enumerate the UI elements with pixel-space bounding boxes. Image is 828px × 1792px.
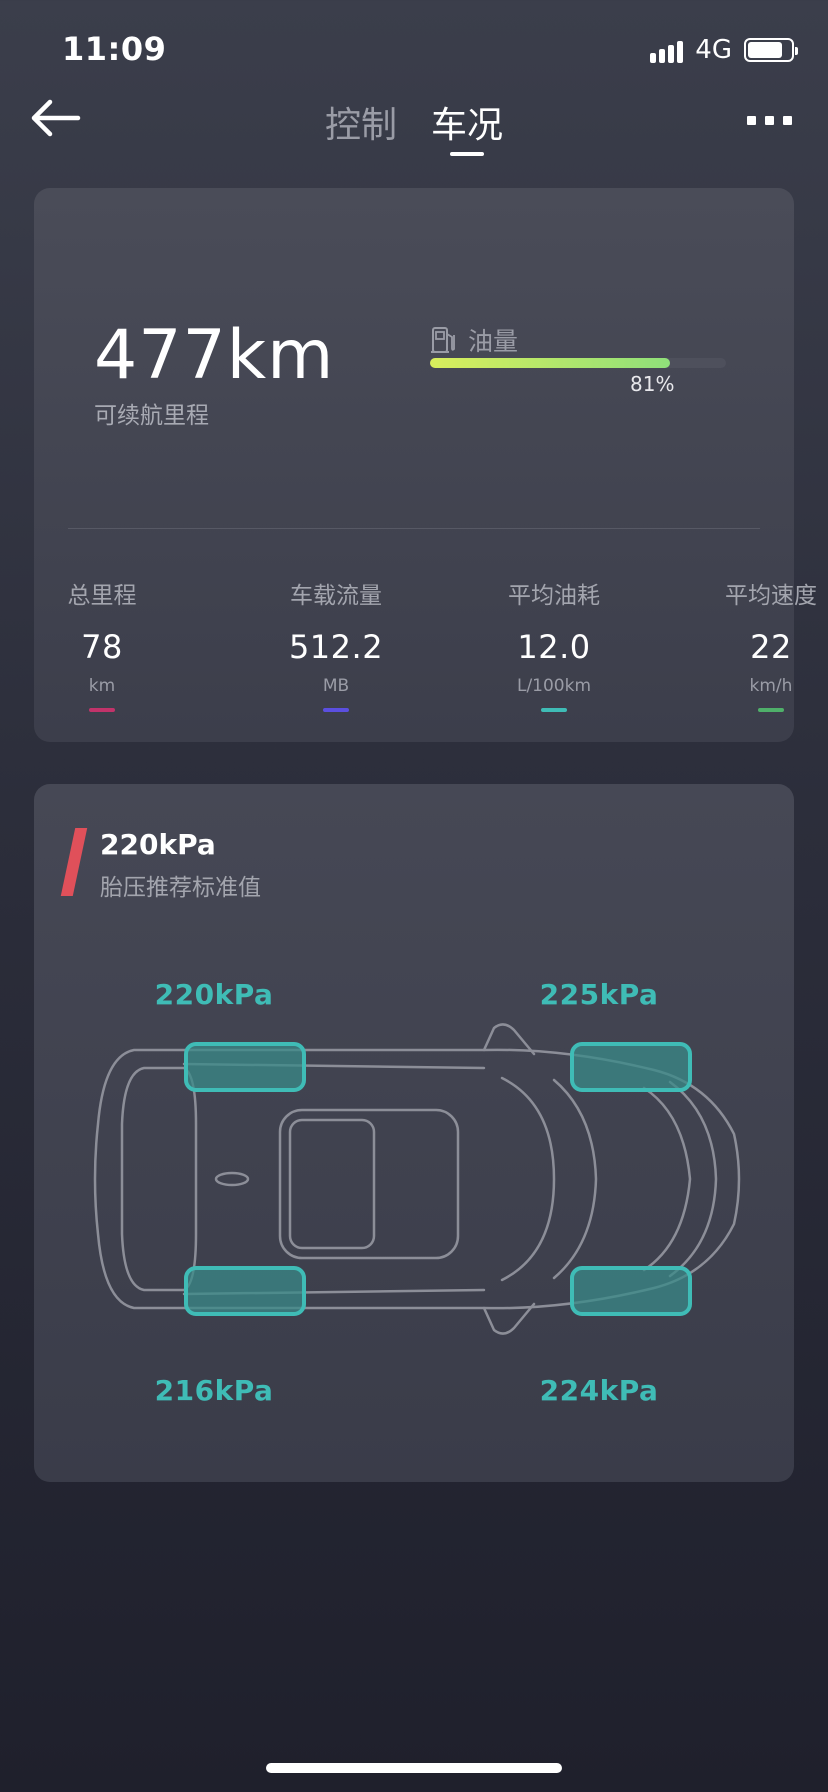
nav-bar: 控制 车况 (0, 96, 828, 176)
stat-unit: L/100km (516, 676, 592, 696)
fuel-progress-bar (430, 358, 726, 368)
network-type: 4G (695, 35, 732, 65)
stat-label: 总里程 (67, 583, 137, 609)
tire-front-right (570, 1042, 692, 1092)
car-top-view-icon (93, 1023, 741, 1335)
tire-standard-label: 胎压推荐标准值 (100, 875, 261, 901)
battery-level (748, 42, 782, 58)
status-indicators: 4G (650, 34, 798, 66)
stat-value: 12.0 (517, 628, 591, 666)
stat-label: 车载流量 (290, 583, 382, 609)
stat-label: 平均速度 (725, 583, 817, 609)
battery-icon (744, 38, 798, 62)
status-bar: 11:09 4G (0, 0, 828, 96)
stat-avg-speed: 平均速度 22 km/h (701, 576, 828, 712)
tab-control[interactable]: 控制 (323, 96, 399, 148)
fuel-header: 油量 (430, 322, 518, 358)
stat-color-bar (323, 708, 349, 712)
stat-value: 78 (81, 628, 123, 666)
stat-total-mileage: 总里程 78 km (32, 576, 172, 712)
range-value: 477km (94, 316, 335, 395)
vehicle-summary-card: 477km 可续航里程 油量 81% 总里程 78 km 车载流量 512.2 … (32, 188, 817, 742)
divider (68, 528, 760, 529)
stat-value: 22 (750, 628, 792, 666)
stat-color-bar (89, 708, 115, 712)
tab-vehicle-status[interactable]: 车况 (429, 96, 505, 148)
range-label: 可续航里程 (94, 403, 209, 429)
stat-avg-fuel-consumption: 平均油耗 12.0 L/100km (484, 576, 624, 712)
tire-rear-left-pressure: 216kPa (154, 1374, 274, 1407)
tire-front-right-pressure: 225kPa (539, 978, 659, 1011)
tire-rear-right-pressure: 224kPa (539, 1374, 659, 1407)
fuel-pump-icon (431, 327, 455, 353)
stat-unit: km/h (749, 676, 793, 696)
stat-color-bar (758, 708, 784, 712)
fuel-label: 油量 (468, 327, 519, 356)
tire-front-left-pressure: 220kPa (154, 978, 274, 1011)
stat-label: 平均油耗 (508, 583, 600, 609)
fuel-progress-fill (430, 358, 670, 368)
tab-bar: 控制 车况 (0, 96, 828, 148)
stat-data-usage: 车载流量 512.2 MB (266, 576, 406, 712)
status-time: 11:09 (62, 30, 167, 68)
fuel-percent: 81% (630, 372, 675, 396)
home-indicator[interactable] (266, 1763, 562, 1773)
tires (184, 1042, 692, 1316)
stat-value: 512.2 (288, 628, 384, 666)
tire-rear-right (570, 1266, 692, 1316)
more-button[interactable] (747, 116, 792, 125)
tire-standard-value: 220kPa (100, 828, 216, 861)
tire-pressure-card: 220kPa 胎压推荐标准值 220kPa 225kPa 216kPa 224k… (34, 784, 794, 1482)
accent-marker (60, 828, 88, 896)
stat-color-bar (541, 708, 567, 712)
tire-front-left (184, 1042, 306, 1092)
more-horizontal-icon (747, 116, 756, 125)
stat-unit: MB (322, 676, 350, 696)
tire-rear-left (184, 1266, 306, 1316)
signal-icon (650, 37, 684, 63)
stat-unit: km (88, 676, 116, 696)
